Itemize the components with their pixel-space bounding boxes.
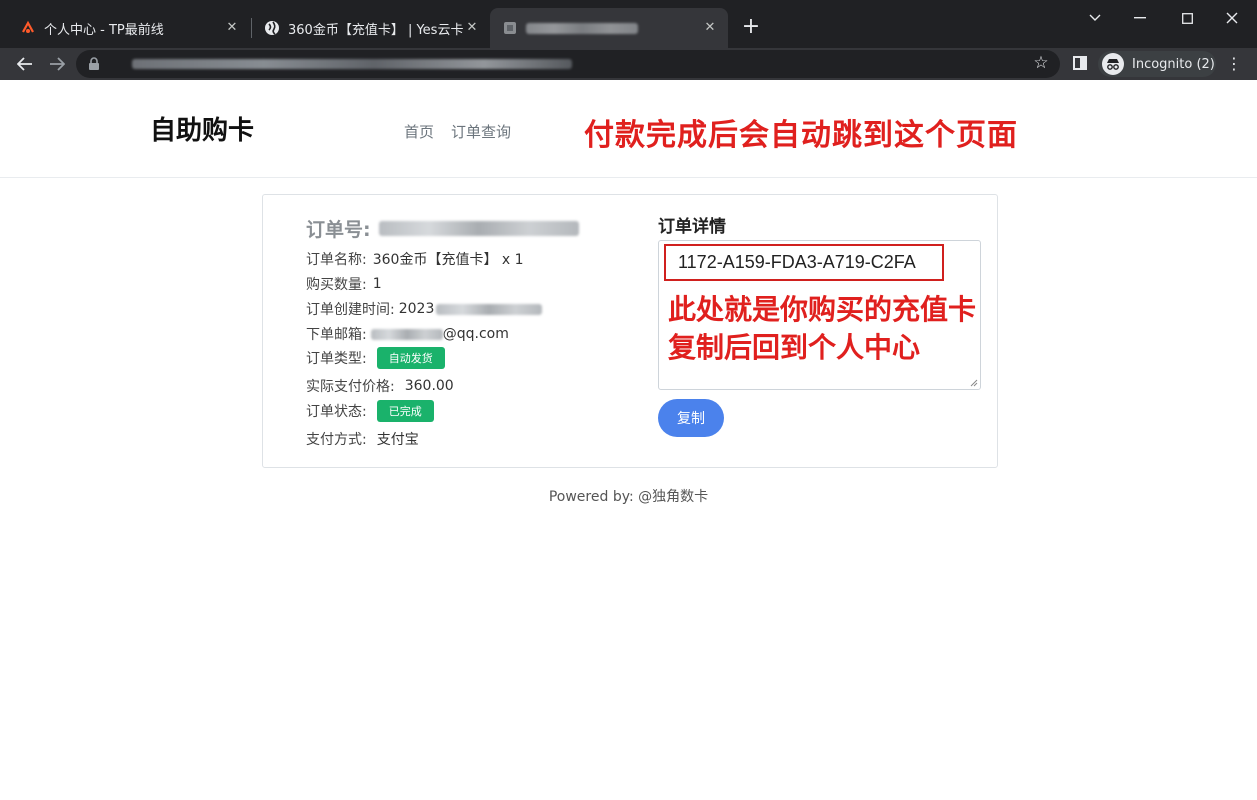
resize-handle-icon[interactable]: [969, 378, 978, 387]
order-email-label: 下单邮箱:: [306, 327, 367, 343]
close-icon[interactable]: ✕: [224, 20, 240, 36]
order-name-value: 360金币【充值卡】 x 1: [372, 252, 524, 268]
star-icon[interactable]: ☆: [1032, 53, 1050, 73]
chevron-down-icon[interactable]: [1075, 6, 1115, 30]
copy-button[interactable]: 复制: [658, 399, 724, 437]
order-price-row: 实际支付价格: 360.00: [306, 376, 454, 396]
more-menu-icon[interactable]: ⋮: [1226, 54, 1242, 74]
tab-current[interactable]: ✕: [490, 8, 728, 48]
maximize-icon[interactable]: [1167, 6, 1207, 30]
order-type-row: 订单类型: 自动发货: [306, 347, 445, 369]
back-icon[interactable]: [13, 52, 37, 76]
order-payment-value: 支付宝: [376, 432, 419, 448]
order-number-blurred: [378, 221, 579, 236]
order-status-label: 订单状态:: [306, 404, 367, 420]
order-qty-row: 购买数量: 1: [306, 274, 382, 294]
close-icon[interactable]: ✕: [464, 20, 480, 36]
order-email-blurred: [370, 328, 443, 340]
order-status-badge: 已完成: [376, 400, 434, 422]
order-type-badge: 自动发货: [376, 347, 445, 369]
order-status-row: 订单状态: 已完成: [306, 400, 434, 422]
tab-title-blurred: [526, 22, 638, 34]
annotation-card-line1: 此处就是你购买的充值卡: [668, 293, 977, 326]
page-viewport: 自助购卡 首页 订单查询 付款完成后会自动跳到这个页面 订单号: 订单名称: 3…: [0, 80, 1257, 800]
order-name-row: 订单名称: 360金币【充值卡】 x 1: [306, 249, 524, 269]
order-name-label: 订单名称:: [306, 252, 367, 268]
order-created-value: 2023: [398, 301, 435, 317]
card-code-value[interactable]: 1172-A159-FDA3-A719-C2FA: [664, 244, 944, 281]
side-panel-icon[interactable]: [1073, 56, 1087, 70]
new-tab-icon[interactable]: +: [740, 16, 762, 38]
order-qty-label: 购买数量:: [306, 277, 367, 293]
tp-logo-icon: [20, 20, 36, 36]
incognito-button[interactable]: Incognito (2): [1098, 51, 1216, 77]
forward-icon[interactable]: [45, 52, 69, 76]
order-email-row: 下单邮箱: @qq.com: [306, 324, 509, 344]
order-price-label: 实际支付价格:: [306, 379, 395, 395]
incognito-icon: [1102, 53, 1124, 75]
annotation-card: 此处就是你购买的充值卡 复制后回到个人中心: [668, 291, 976, 367]
page-icon: [502, 20, 518, 36]
order-payment-label: 支付方式:: [306, 432, 367, 448]
tab-personal-center[interactable]: 个人中心 - TP最前线 ✕: [8, 8, 250, 48]
annotation-card-line2: 复制后回到个人中心: [668, 331, 921, 364]
order-created-label: 订单创建时间:: [306, 302, 395, 318]
address-bar[interactable]: [76, 50, 1060, 78]
browser-tab-bar: 个人中心 - TP最前线 ✕ 360金币【充值卡】 | Yes云卡 ✕ ✕ +: [0, 0, 1257, 48]
nav-home[interactable]: 首页: [404, 121, 434, 142]
close-window-icon[interactable]: [1212, 6, 1252, 30]
tab-title: 个人中心 - TP最前线: [44, 22, 164, 38]
order-price-value: 360.00: [404, 378, 454, 394]
order-number: 订单号:: [306, 215, 579, 242]
browser-toolbar: [0, 48, 1257, 80]
close-icon[interactable]: ✕: [702, 20, 718, 36]
order-type-label: 订单类型:: [306, 351, 367, 367]
order-created-blurred: [436, 303, 543, 315]
order-payment-row: 支付方式: 支付宝: [306, 429, 419, 449]
order-qty-value: 1: [372, 276, 382, 292]
site-header: 自助购卡 首页 订单查询 付款完成后会自动跳到这个页面: [0, 80, 1257, 178]
site-brand[interactable]: 自助购卡: [150, 110, 254, 147]
order-number-label: 订单号:: [306, 219, 371, 241]
order-card: 订单号: 订单名称: 360金币【充值卡】 x 1 购买数量: 1 订单创建时间…: [262, 194, 998, 468]
order-email-value: @qq.com: [442, 326, 509, 342]
incognito-label: Incognito (2): [1132, 56, 1215, 72]
nav-order-query[interactable]: 订单查询: [451, 121, 511, 142]
minimize-icon[interactable]: [1120, 6, 1160, 30]
tab-product[interactable]: 360金币【充值卡】 | Yes云卡 ✕: [252, 8, 490, 48]
annotation-top: 付款完成后会自动跳到这个页面: [584, 118, 1018, 153]
globe-icon: [264, 20, 280, 36]
order-created-row: 订单创建时间: 2023: [306, 299, 543, 319]
url-text-blurred: [132, 59, 572, 69]
footer-powered-by: Powered by: @独角数卡: [548, 489, 709, 505]
tab-title: 360金币【充值卡】 | Yes云卡: [288, 22, 464, 38]
order-detail-title: 订单详情: [658, 217, 726, 237]
lock-icon[interactable]: [86, 56, 102, 72]
